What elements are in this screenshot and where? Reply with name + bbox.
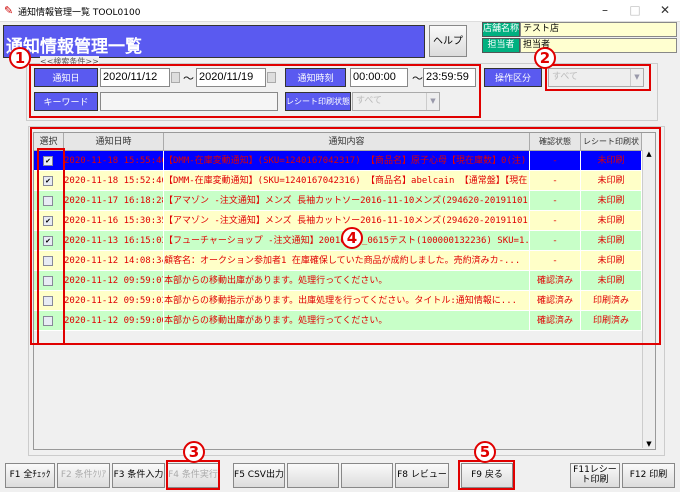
store-label: 店舗名称 xyxy=(482,22,520,37)
f11-receipt-print-button[interactable]: F11レシート印刷 xyxy=(570,463,620,488)
f5-csv-button[interactable]: F5 CSV出力 xyxy=(233,463,285,488)
highlight-box-checkbox-column xyxy=(37,148,65,345)
annotation-marker-4: 4 xyxy=(341,227,363,249)
window-title: 通知情報管理一覧 TOOL0100 xyxy=(18,8,141,18)
highlight-box-operation xyxy=(545,64,651,91)
minimize-button[interactable]: – xyxy=(595,3,615,17)
annotation-marker-2: 2 xyxy=(534,47,556,69)
f6-blank-button[interactable] xyxy=(287,463,339,488)
title-bar: ✎ 通知情報管理一覧 TOOL0100 – □ ✕ xyxy=(0,0,680,22)
highlight-box-f4 xyxy=(166,460,220,490)
annotation-marker-1: 1 xyxy=(9,47,31,69)
app-icon: ✎ xyxy=(4,4,14,17)
highlight-box-f9 xyxy=(458,460,515,490)
page-title: 通知情報管理一覧 xyxy=(3,25,425,58)
maximize-button[interactable]: □ xyxy=(625,3,645,17)
f12-print-button[interactable]: F12 印刷 xyxy=(622,463,675,488)
annotation-marker-3: 3 xyxy=(183,441,205,463)
annotation-marker-5: 5 xyxy=(474,441,496,463)
f8-review-button[interactable]: F8 レビュー xyxy=(395,463,449,488)
scroll-down-icon[interactable]: ▼ xyxy=(643,440,655,448)
f1-check-all-button[interactable]: F1 全ﾁｪｯｸ xyxy=(5,463,55,488)
operation-label: 操作区分 xyxy=(484,68,542,87)
f7-blank-button[interactable] xyxy=(341,463,393,488)
f2-clear-button[interactable]: F2 条件ｸﾘｱ xyxy=(57,463,110,488)
close-button[interactable]: ✕ xyxy=(655,3,675,17)
staff-label: 担当者 xyxy=(482,38,520,53)
help-button[interactable]: ヘルプ xyxy=(429,25,467,57)
f3-condition-input-button[interactable]: F3 条件入力 xyxy=(112,463,165,488)
store-value: テスト店 xyxy=(520,22,677,37)
highlight-box-search xyxy=(29,64,481,118)
